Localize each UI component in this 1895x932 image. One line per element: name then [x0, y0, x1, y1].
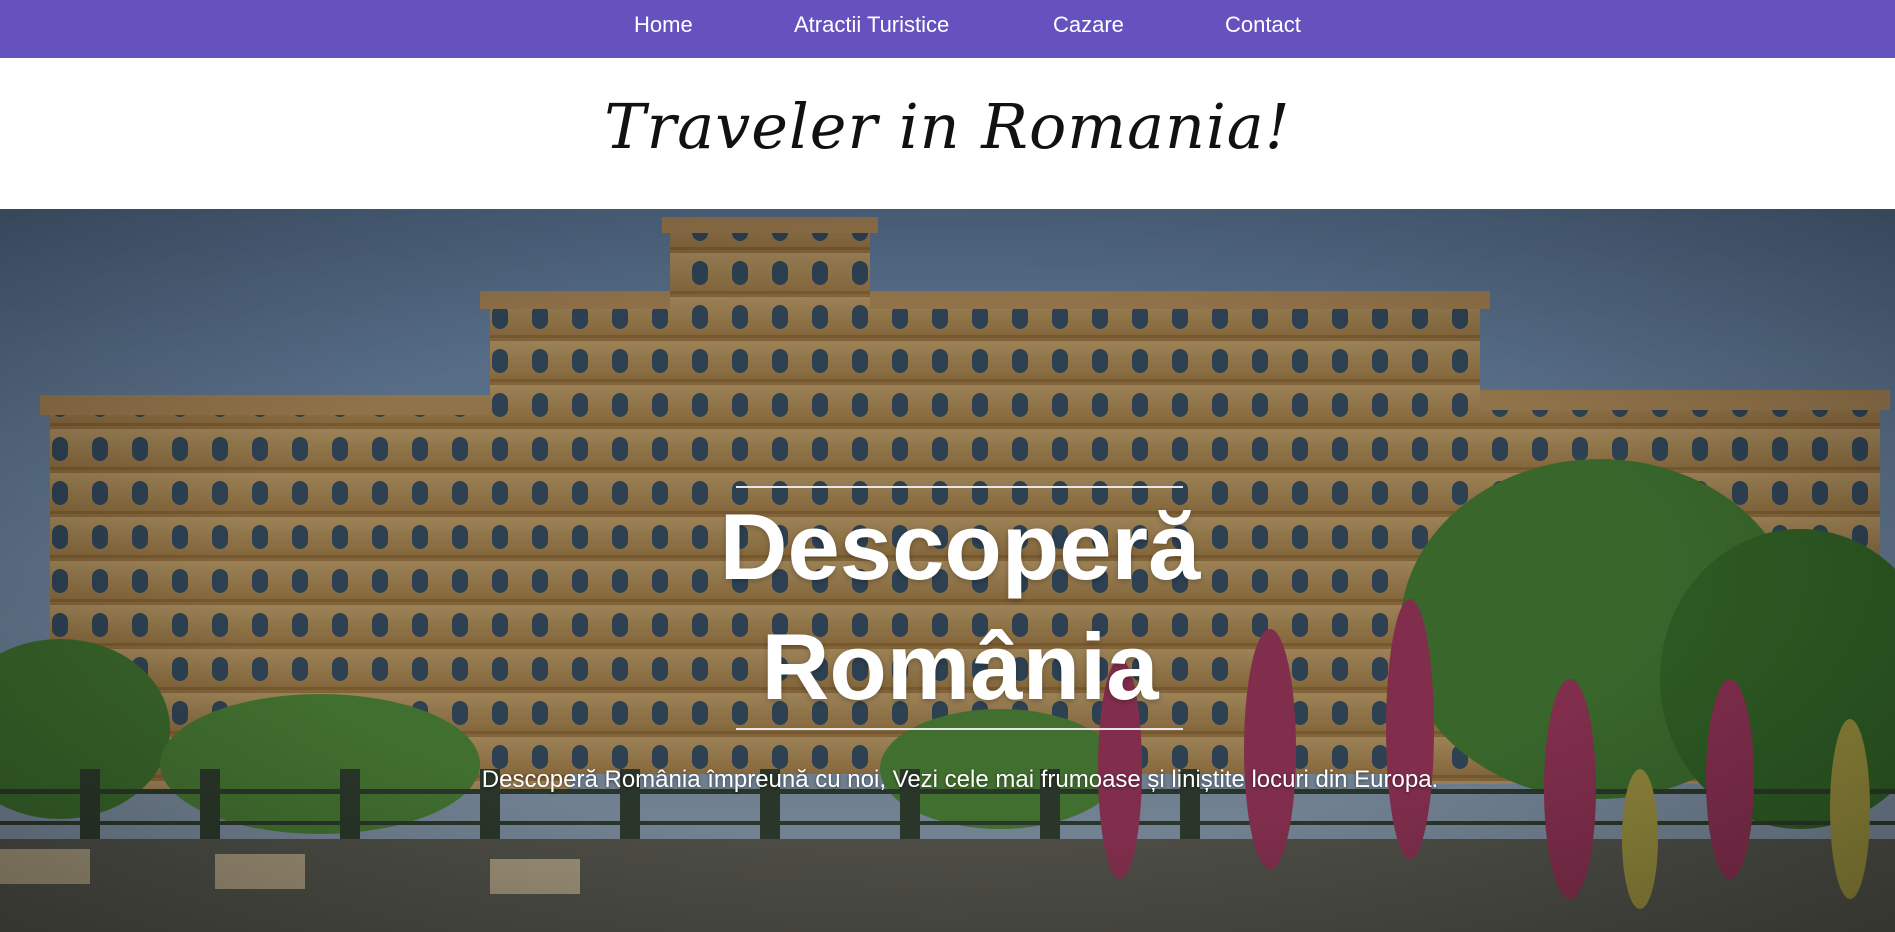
hero-title-line1: Descoperă: [719, 494, 1201, 599]
nav-link-home[interactable]: Home: [634, 0, 693, 50]
nav-link-cazare[interactable]: Cazare: [1053, 0, 1124, 50]
top-navbar: Home Atractii Turistice Cazare Contact: [0, 0, 1895, 58]
brand-header: Traveler in Romania!: [0, 58, 1895, 209]
hero-section: Descoperă România Descoperă România împr…: [0, 209, 1895, 932]
hero-rule-bottom: [736, 728, 1183, 730]
nav-link-atractii-turistice[interactable]: Atractii Turistice: [794, 0, 949, 50]
nav-link-contact[interactable]: Contact: [1225, 0, 1301, 50]
hero-title: Descoperă România: [560, 487, 1360, 727]
site-title: Traveler in Romania!: [604, 90, 1291, 163]
hero-title-line2: România: [761, 614, 1159, 719]
hero-subtitle: Descoperă România împreună cu noi, Vezi …: [481, 766, 1439, 793]
